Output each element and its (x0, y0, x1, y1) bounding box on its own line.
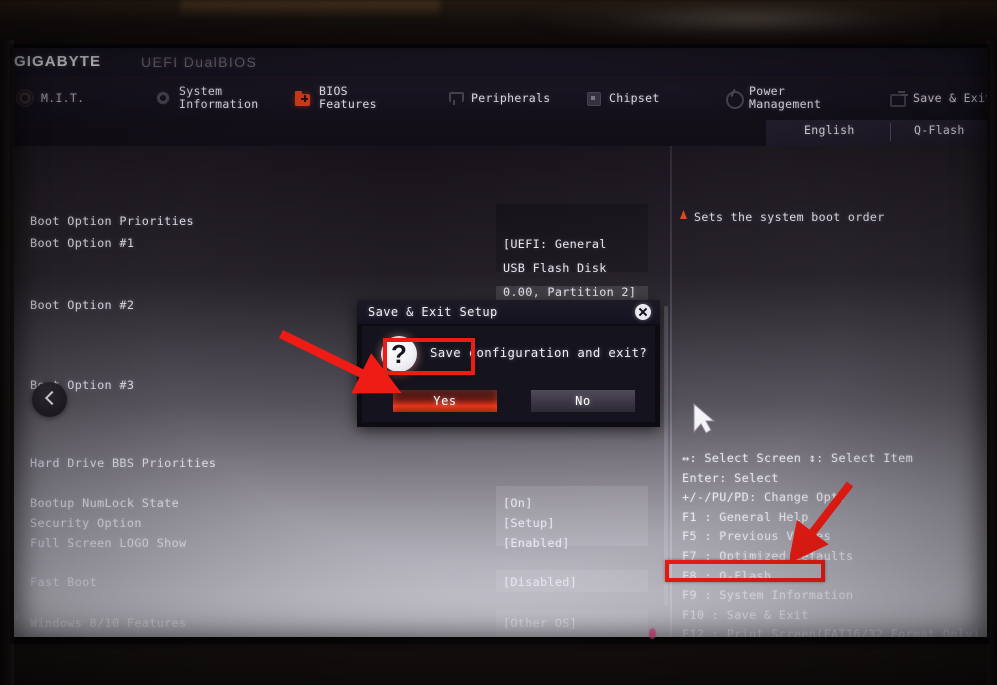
bezel-glare (520, 0, 940, 42)
monitor-bezel-left (0, 40, 14, 685)
chevron-left-icon[interactable] (32, 382, 67, 417)
section-header-boot-priorities: Boot Option Priorities (30, 214, 194, 228)
legend-line: Enter: Select (682, 470, 779, 485)
scroll-up-indicator-icon[interactable] (680, 210, 687, 219)
divider (890, 123, 891, 141)
gigabyte-logo: GIGABYTE (14, 53, 102, 70)
tab-label: Save & Exit (913, 90, 993, 105)
setting-value-bootup-numlock-state[interactable]: [On] (503, 496, 533, 510)
photo-of-monitor: GIGABYTE UEFI DualBIOS M.I.T. System Inf… (0, 0, 997, 685)
tab-label: System Information (179, 84, 259, 111)
value-text: [UEFI: General USB Flash Disk 0.00, Part… (503, 237, 637, 299)
setting-label-windows-8-10-features[interactable]: Windows 8/10 Features (30, 616, 187, 635)
setting-value-security-option[interactable]: [Setup] (503, 516, 555, 530)
setting-label-full-screen-logo-show[interactable]: Full Screen LOGO Show (30, 536, 187, 555)
legend-line: F5 : Previous Values (682, 529, 832, 544)
setting-value-full-screen-logo-show[interactable]: [Enabled] (503, 536, 570, 550)
legend-line: F9 : System Information (682, 588, 854, 603)
gear-icon (16, 89, 34, 107)
power-icon (724, 89, 744, 109)
tab-label: BIOS Features (319, 84, 377, 111)
tab-label: Power Management (749, 84, 822, 111)
legend-line: +/-/PU/PD: Change Opt. (682, 490, 846, 505)
tab-label: Chipset (609, 90, 660, 105)
submenu-hard-drive-bbs-priorities[interactable]: Hard Drive BBS Priorities (30, 456, 216, 475)
legend-line: ↔: Select Screen ↕: Select Item (682, 451, 914, 465)
setting-value-windows-8-10-features[interactable]: [Other OS] (503, 616, 577, 630)
setting-label-bootup-numlock-state[interactable]: Bootup NumLock State (30, 496, 179, 515)
dialog-title: Save & Exit Setup (368, 305, 498, 319)
secondary-bar-dark-area (6, 120, 766, 146)
gear-icon (154, 89, 172, 107)
no-button[interactable]: No (531, 390, 635, 412)
annotation-highlight-yes-button (383, 338, 475, 375)
tab-chipset[interactable]: Chipset (584, 76, 660, 120)
setting-label-security-option[interactable]: Security Option (30, 516, 142, 535)
mouse-pointer-icon (692, 402, 716, 436)
monitor-bezel-right (987, 40, 997, 685)
yes-button[interactable]: Yes (393, 390, 497, 412)
close-circle-icon[interactable] (635, 304, 651, 320)
tab-label: Peripherals (471, 90, 551, 105)
qflash-button[interactable]: Q-Flash (914, 123, 965, 142)
legend-line-save-exit: F10 : Save & Exit (682, 607, 809, 622)
dualbios-tagline: UEFI DualBIOS (141, 54, 258, 70)
screen-artifact (649, 628, 656, 639)
peripherals-icon (446, 89, 464, 107)
legend-line: F1 : General Help (682, 509, 809, 524)
tab-power-management[interactable]: Power Management (724, 76, 821, 120)
setting-label-boot-option-2[interactable]: Boot Option #2 (30, 298, 134, 317)
annotation-highlight-f10-save-exit (665, 560, 825, 582)
tab-save-and-exit[interactable]: Save & Exit (888, 76, 992, 120)
tab-bios-features[interactable]: BIOS Features (294, 76, 377, 120)
setting-value-fast-boot[interactable]: [Disabled] (503, 575, 577, 589)
key-legend: ↔: Select Screen ↕: Select Item Enter: S… (682, 451, 997, 642)
tab-mit[interactable]: M.I.T. (16, 76, 84, 120)
monitor-bezel-bottom (0, 637, 997, 685)
tab-label: M.I.T. (41, 90, 85, 105)
language-selector[interactable]: English (804, 123, 855, 142)
bezel-glare (180, 0, 440, 18)
folder-plus-icon (294, 90, 312, 107)
tab-peripherals[interactable]: Peripherals (446, 76, 550, 120)
setting-label-fast-boot[interactable]: Fast Boot (30, 575, 97, 594)
setting-label-boot-option-1[interactable]: Boot Option #1 (30, 236, 134, 255)
help-description: Sets the system boot order (694, 210, 885, 224)
tab-system-information[interactable]: System Information (154, 76, 258, 120)
chipset-icon (584, 89, 602, 107)
bios-screen: GIGABYTE UEFI DualBIOS M.I.T. System Inf… (6, 44, 997, 642)
exit-icon (888, 89, 906, 107)
